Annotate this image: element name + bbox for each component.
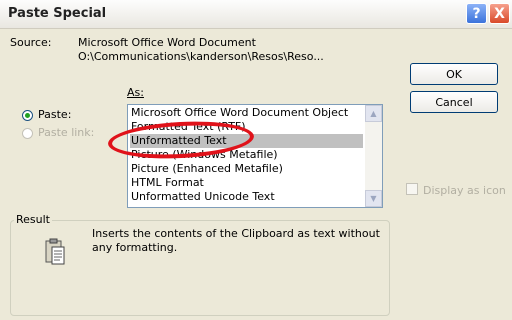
scroll-up-icon[interactable]: ▲ <box>365 105 382 122</box>
display-as-icon-label: Display as icon <box>423 184 506 197</box>
scroll-down-icon[interactable]: ▼ <box>365 190 382 207</box>
list-item[interactable]: Formatted Text (RTF) <box>131 120 246 134</box>
result-description-line2: any formatting. <box>92 241 178 254</box>
source-path: O:\Communications\kanderson\Resos\Reso..… <box>78 50 324 63</box>
listbox-scrollbar[interactable]: ▲ ▼ <box>365 105 382 207</box>
clipboard-icon <box>45 238 65 265</box>
paste-link-radio <box>22 128 33 139</box>
ok-button[interactable]: OK <box>410 63 498 85</box>
dialog-title: Paste Special <box>8 6 107 21</box>
source-document-type: Microsoft Office Word Document <box>78 36 256 49</box>
cancel-button[interactable]: Cancel <box>410 91 498 113</box>
result-description-line1: Inserts the contents of the Clipboard as… <box>92 227 380 240</box>
paste-radio[interactable] <box>22 110 33 121</box>
list-item[interactable]: Picture (Enhanced Metafile) <box>131 162 283 176</box>
display-as-icon-checkbox <box>406 183 418 195</box>
title-bar: Paste Special ? X <box>0 0 512 29</box>
close-icon: X <box>494 5 505 22</box>
source-label: Source: <box>10 36 52 49</box>
list-item[interactable]: Picture (Windows Metafile) <box>131 148 278 162</box>
close-button[interactable]: X <box>489 3 510 24</box>
list-item[interactable]: HTML Format <box>131 176 204 190</box>
list-item[interactable]: Microsoft Office Word Document Object <box>131 106 348 120</box>
paste-as-listbox[interactable]: Microsoft Office Word Document Object Fo… <box>127 104 383 208</box>
help-button[interactable]: ? <box>466 3 487 24</box>
paste-radio-label[interactable]: Paste: <box>38 108 71 121</box>
list-item[interactable]: Unformatted Unicode Text <box>131 190 275 204</box>
list-item-selected[interactable]: Unformatted Text <box>130 134 363 148</box>
as-label: As: <box>127 86 144 99</box>
help-icon: ? <box>472 5 481 22</box>
result-title: Result <box>14 213 52 226</box>
paste-link-radio-label: Paste link: <box>38 126 95 139</box>
